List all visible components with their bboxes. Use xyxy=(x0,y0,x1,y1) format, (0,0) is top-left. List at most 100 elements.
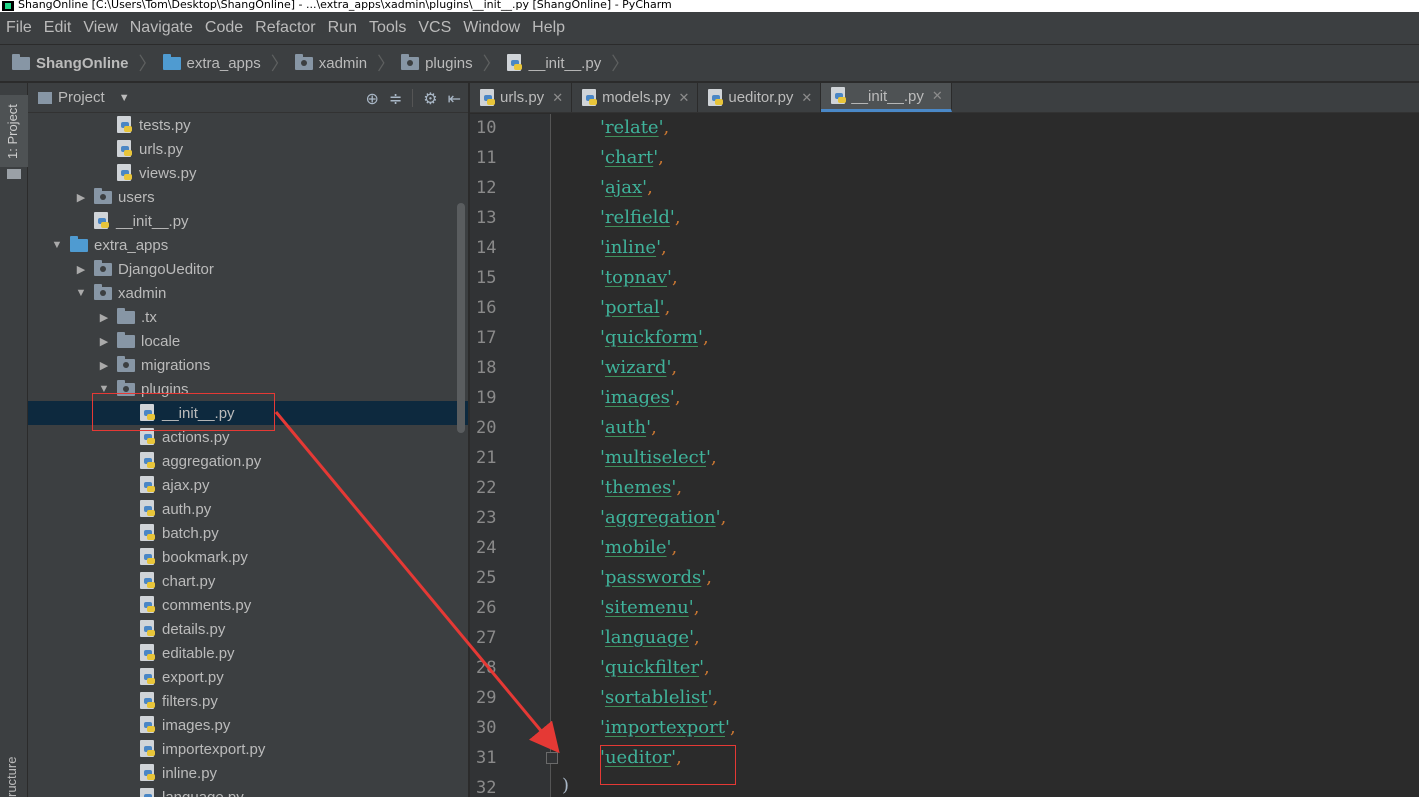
tree-item-label: extra_apps xyxy=(94,236,169,254)
breadcrumb-item[interactable]: plugins xyxy=(401,53,473,72)
tree-item[interactable]: export.py xyxy=(28,665,468,689)
tree-item[interactable]: ▼ extra_apps xyxy=(28,233,468,257)
code-line: 'quickform', xyxy=(600,327,709,348)
string-literal: aggregation xyxy=(604,507,716,528)
string-literal: chart xyxy=(604,147,654,168)
tree-item[interactable]: importexport.py xyxy=(28,737,468,761)
tree-item-label: auth.py xyxy=(162,500,212,518)
menu-tools[interactable]: Tools xyxy=(369,19,406,37)
project-view-selector[interactable]: Project xyxy=(58,89,105,106)
tree-item-label: xadmin xyxy=(118,284,167,302)
tree-item[interactable]: aggregation.py xyxy=(28,449,468,473)
code-line: 'inline', xyxy=(600,237,667,258)
tree-item[interactable]: auth.py xyxy=(28,497,468,521)
line-number: 32 xyxy=(476,778,497,797)
code-line: 'themes', xyxy=(600,477,682,498)
tree-item[interactable]: urls.py xyxy=(28,137,468,161)
editor-tab[interactable]: models.py ✕ xyxy=(572,83,699,112)
tree-item[interactable]: bookmark.py xyxy=(28,545,468,569)
close-icon[interactable]: ✕ xyxy=(678,90,689,106)
breadcrumb-label: ShangOnline xyxy=(36,54,129,72)
package-folder-icon xyxy=(94,187,112,204)
tree-item[interactable]: ▶ locale xyxy=(28,329,468,353)
collapse-arrow-icon[interactable]: ▶ xyxy=(97,311,111,324)
close-icon[interactable]: ✕ xyxy=(932,88,943,104)
menu-navigate[interactable]: Navigate xyxy=(130,19,193,37)
menu-help[interactable]: Help xyxy=(532,19,565,37)
menu-run[interactable]: Run xyxy=(328,19,357,37)
tree-item[interactable]: filters.py xyxy=(28,689,468,713)
tree-item[interactable]: ▼ xadmin xyxy=(28,281,468,305)
code-line: 'aggregation', xyxy=(600,507,726,528)
tree-item-label: views.py xyxy=(139,164,197,182)
comma: , xyxy=(704,657,710,678)
close-icon[interactable]: ✕ xyxy=(552,90,563,106)
tree-item[interactable]: editable.py xyxy=(28,641,468,665)
package-folder-icon xyxy=(401,53,420,70)
breadcrumb-item[interactable]: __init__.py xyxy=(506,54,602,72)
tree-item[interactable]: ajax.py xyxy=(28,473,468,497)
comma: , xyxy=(672,267,678,288)
collapse-all-icon[interactable]: ≑ xyxy=(389,89,402,109)
menu-window[interactable]: Window xyxy=(463,19,520,37)
menu-edit[interactable]: Edit xyxy=(44,19,72,37)
collapse-arrow-icon[interactable]: ▶ xyxy=(97,359,111,372)
tree-item[interactable]: images.py xyxy=(28,713,468,737)
tree-item[interactable]: ▶ users xyxy=(28,185,468,209)
tree-item[interactable]: __init__.py xyxy=(28,209,468,233)
string-literal: passwords xyxy=(604,567,702,588)
comma: , xyxy=(706,567,712,588)
gear-icon[interactable]: ⚙ xyxy=(423,89,437,109)
tree-item[interactable]: ▶ DjangoUeditor xyxy=(28,257,468,281)
menu-refactor[interactable]: Refactor xyxy=(255,19,315,37)
locate-file-icon[interactable]: ⊕ xyxy=(365,89,378,109)
python-file-icon xyxy=(140,740,156,758)
breadcrumb-item[interactable]: ShangOnline xyxy=(12,53,129,72)
code-line: 'chart', xyxy=(600,147,664,168)
chevron-down-icon[interactable]: ▼ xyxy=(119,92,130,104)
project-panel-toolbar: ⊕ ≑ ⚙ ⇤ xyxy=(365,89,461,109)
editor-tab[interactable]: ueditor.py ✕ xyxy=(698,83,822,112)
collapse-arrow-icon[interactable]: ▶ xyxy=(74,263,88,276)
breadcrumb-item[interactable]: extra_apps xyxy=(162,53,261,72)
comma: , xyxy=(664,297,671,318)
string-literal: quickform xyxy=(604,327,698,348)
tree-item[interactable]: details.py xyxy=(28,617,468,641)
tree-item[interactable]: views.py xyxy=(28,161,468,185)
line-number: 16 xyxy=(476,298,497,318)
expand-arrow-icon[interactable]: ▼ xyxy=(74,287,88,299)
tree-item[interactable]: comments.py xyxy=(28,593,468,617)
breadcrumb-label: __init__.py xyxy=(528,54,602,72)
expand-arrow-icon[interactable]: ▼ xyxy=(50,239,64,251)
fold-marker-icon[interactable] xyxy=(546,752,558,764)
menu-view[interactable]: View xyxy=(83,19,117,37)
tree-item[interactable]: tests.py xyxy=(28,113,468,137)
string-literal: quickfilter xyxy=(604,657,700,678)
tree-item[interactable]: inline.py xyxy=(28,761,468,785)
tree-item[interactable]: language.py xyxy=(28,785,468,797)
close-icon[interactable]: ✕ xyxy=(801,90,812,106)
comma: , xyxy=(710,447,717,468)
project-tool-tab[interactable]: 1: Project xyxy=(0,95,28,167)
menu-vcs[interactable]: VCS xyxy=(418,19,451,37)
project-tree-scrollbar[interactable] xyxy=(457,203,465,433)
tree-item[interactable]: ▶ migrations xyxy=(28,353,468,377)
string-literal: mobile xyxy=(604,537,667,558)
structure-tool-tab[interactable]: ructure xyxy=(4,757,19,797)
python-file-icon xyxy=(117,116,133,134)
collapse-arrow-icon[interactable]: ▶ xyxy=(74,191,88,204)
code-line: 'relate', xyxy=(600,117,669,138)
menu-file[interactable]: File xyxy=(6,19,32,37)
breadcrumb-item[interactable]: xadmin xyxy=(294,53,367,72)
editor-tab[interactable]: __init__.py ✕ xyxy=(821,83,952,112)
tree-item[interactable]: chart.py xyxy=(28,569,468,593)
collapse-arrow-icon[interactable]: ▶ xyxy=(97,335,111,348)
line-number: 25 xyxy=(476,568,497,588)
python-file-icon xyxy=(140,572,156,590)
editor-tab[interactable]: urls.py ✕ xyxy=(470,83,573,112)
tree-item[interactable]: ▶ .tx xyxy=(28,305,468,329)
hide-panel-icon[interactable]: ⇤ xyxy=(448,89,461,109)
tree-item[interactable]: batch.py xyxy=(28,521,468,545)
menu-code[interactable]: Code xyxy=(205,19,243,37)
folder-icon xyxy=(117,331,135,348)
